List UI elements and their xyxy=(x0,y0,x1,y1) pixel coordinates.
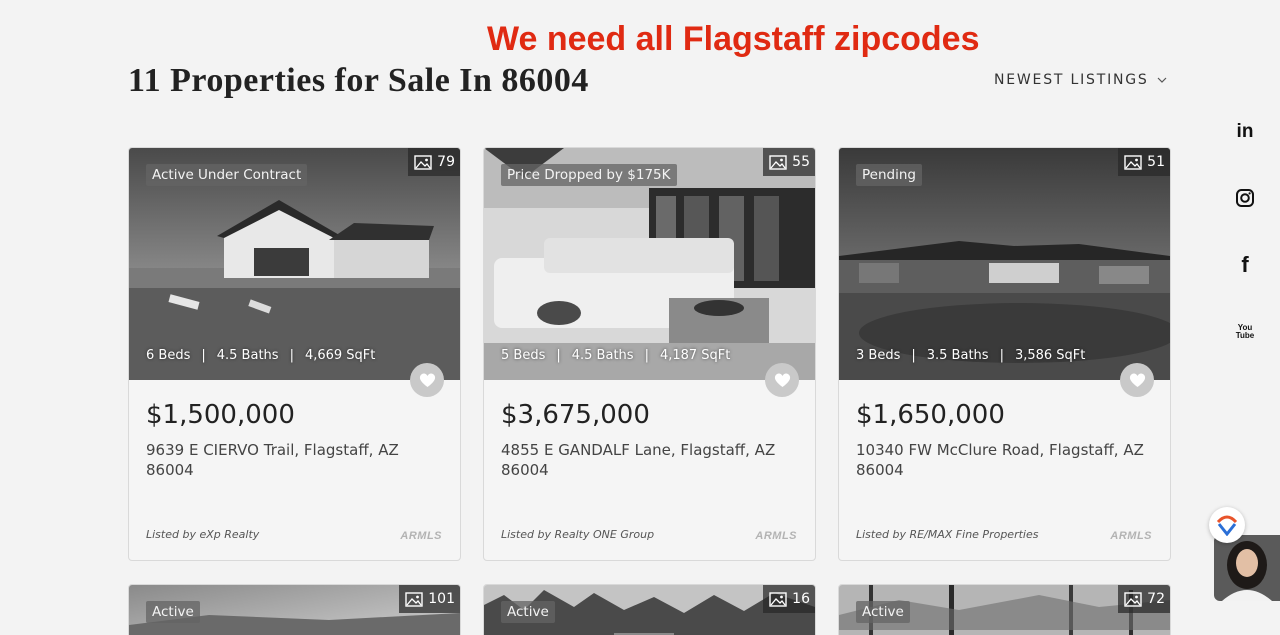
photo-count[interactable]: 79 xyxy=(408,148,460,176)
annotation-text: We need all Flagstaff zipcodes xyxy=(487,20,980,58)
status-badge: Price Dropped by $175K xyxy=(501,164,677,186)
status-badge: Active Under Contract xyxy=(146,164,308,186)
photo-count[interactable]: 51 xyxy=(1118,148,1170,176)
listed-by: Listed by Realty ONE Group xyxy=(501,528,655,541)
listing-photo[interactable]: Active 101 xyxy=(129,585,460,635)
photo-count[interactable]: 55 xyxy=(763,148,815,176)
listing-specs: 3 Beds | 3.5 Baths | 3,586 SqFt xyxy=(856,348,1086,363)
favorite-button[interactable] xyxy=(410,363,444,397)
favorite-button[interactable] xyxy=(1120,363,1154,397)
photo-count[interactable]: 72 xyxy=(1118,585,1170,613)
instagram-icon[interactable] xyxy=(1231,184,1259,212)
listing-photo[interactable]: Price Dropped by $175K 55 5 Beds | 4.5 Bat… xyxy=(484,148,815,380)
photo-count[interactable]: 16 xyxy=(763,585,815,613)
photo-count[interactable]: 101 xyxy=(399,585,460,613)
status-badge: Active xyxy=(856,601,910,623)
listing-specs: 6 Beds | 4.5 Baths | 4,669 SqFt xyxy=(146,348,376,363)
listing-specs: 5 Beds | 4.5 Baths | 4,187 SqFt xyxy=(501,348,731,363)
listed-by: Listed by eXp Realty xyxy=(146,528,260,541)
armls-logo: ARMLS xyxy=(400,530,442,542)
status-badge: Pending xyxy=(856,164,922,186)
listing-card[interactable]: Price Dropped by $175K 55 5 Beds | 4.5 Bat… xyxy=(483,147,816,561)
status-badge: Active xyxy=(501,601,555,623)
listing-photo[interactable]: Active 16 xyxy=(484,585,815,635)
youtube-icon[interactable]: You Tube xyxy=(1231,318,1259,346)
listing-price: $1,500,000 xyxy=(146,400,295,430)
image-icon xyxy=(769,591,787,607)
listed-by: Listed by RE/MAX Fine Properties xyxy=(856,528,1039,541)
listing-address[interactable]: 4855 E GANDALF Lane, Flagstaff, AZ 86004 xyxy=(501,440,801,480)
heart-icon xyxy=(1129,373,1145,387)
chat-launcher-icon[interactable] xyxy=(1209,507,1245,543)
image-icon xyxy=(1124,154,1142,170)
listing-address[interactable]: 9639 E CIERVO Trail, Flagstaff, AZ 86004 xyxy=(146,440,446,480)
listing-price: $3,675,000 xyxy=(501,400,650,430)
listing-photo[interactable]: Pending 51 3 Beds | 3.5 Baths | 3,586 SqFt xyxy=(839,148,1170,380)
armls-logo: ARMLS xyxy=(755,530,797,542)
listing-card[interactable]: Active Under Contract 79 6 Beds | 4.5 Bath… xyxy=(128,147,461,561)
linkedin-icon[interactable]: in xyxy=(1231,118,1259,146)
listing-price: $1,650,000 xyxy=(856,400,1005,430)
heart-icon xyxy=(774,373,790,387)
agent-avatar[interactable] xyxy=(1214,535,1280,601)
sort-label: NEWEST LISTINGS xyxy=(994,72,1149,88)
armls-logo: ARMLS xyxy=(1110,530,1152,542)
image-icon xyxy=(769,154,787,170)
listing-photo[interactable]: Active 72 xyxy=(839,585,1170,635)
heart-icon xyxy=(419,373,435,387)
listing-card[interactable]: Active 16 xyxy=(483,584,816,635)
page-title: 11 Properties for Sale In 86004 xyxy=(128,62,589,99)
status-badge: Active xyxy=(146,601,200,623)
listing-photo[interactable]: Active Under Contract 79 6 Beds | 4.5 Bath… xyxy=(129,148,460,380)
facebook-icon[interactable]: f xyxy=(1231,251,1259,279)
listing-card[interactable]: Active 72 xyxy=(838,584,1171,635)
image-icon xyxy=(405,591,423,607)
listing-address[interactable]: 10340 FW McClure Road, Flagstaff, AZ 860… xyxy=(856,440,1156,480)
chevron-down-icon xyxy=(1157,77,1167,83)
listing-card[interactable]: Active 101 xyxy=(128,584,461,635)
image-icon xyxy=(414,154,432,170)
sort-dropdown[interactable]: NEWEST LISTINGS xyxy=(994,72,1167,88)
image-icon xyxy=(1124,591,1142,607)
listing-card[interactable]: Pending 51 3 Beds | 3.5 Baths | 3,586 SqFt $… xyxy=(838,147,1171,561)
favorite-button[interactable] xyxy=(765,363,799,397)
